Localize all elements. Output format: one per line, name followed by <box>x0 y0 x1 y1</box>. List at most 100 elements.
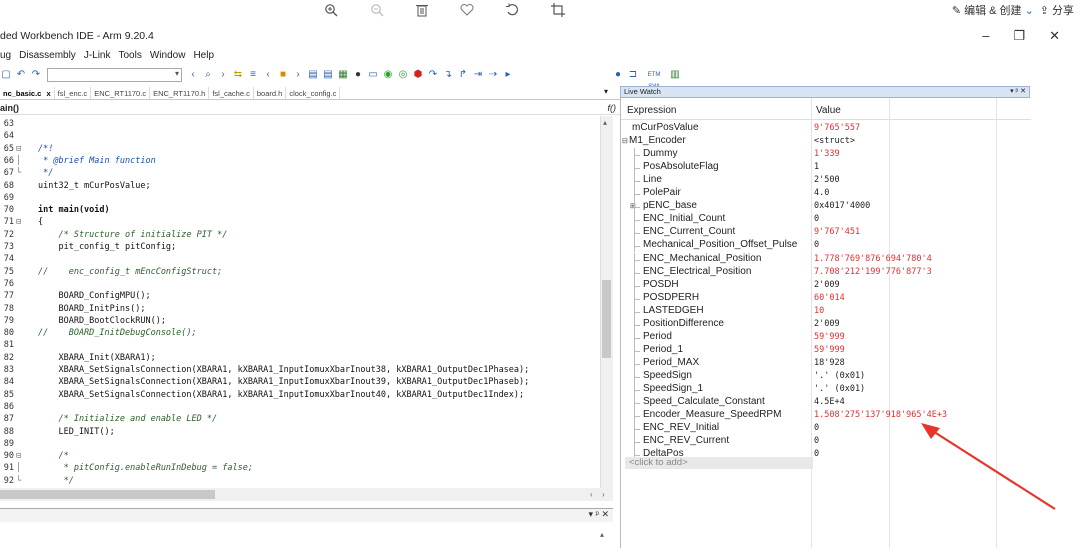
scroll-right-icon[interactable]: › <box>602 490 605 499</box>
watch-value[interactable]: 60'014 <box>814 293 845 303</box>
watch-value[interactable]: 9'767'451 <box>814 227 860 237</box>
tab-fsl-enc[interactable]: fsl_enc.c <box>55 87 92 99</box>
tab-board-h[interactable]: board.h <box>254 87 287 99</box>
fold-marker[interactable]: ⊟ <box>16 451 21 461</box>
find-combo[interactable]: ▾ <box>47 68 182 82</box>
compile-icon[interactable]: ▦ <box>337 69 349 81</box>
minimize-button[interactable]: – <box>982 28 989 44</box>
watch-value[interactable]: 1.508'275'137'918'965'4E+3 <box>814 410 947 420</box>
watch-row[interactable]: PositionDifference 2'009 <box>621 317 1031 331</box>
zoom-in-icon[interactable] <box>320 0 342 20</box>
watch-row[interactable]: SpeedSign '.' (0x01) <box>621 369 1031 383</box>
fold-marker[interactable]: ⊟ <box>16 144 21 154</box>
menu-debug[interactable]: ug <box>0 50 11 64</box>
crop-icon[interactable] <box>547 0 569 20</box>
watch-row[interactable]: Period 59'999 <box>621 330 1031 344</box>
run-to-cursor-icon[interactable]: ⇢ <box>487 69 499 81</box>
watch-value[interactable]: '.' (0x01) <box>814 384 865 394</box>
watch-row[interactable]: ⊟ M1_Encoder <struct> <box>621 135 1031 148</box>
toggle-bookmark-icon[interactable]: ⇆ <box>232 69 244 81</box>
layout-icon[interactable]: ▥ <box>669 69 681 81</box>
rotate-icon[interactable] <box>501 0 523 20</box>
zoom-out-icon[interactable] <box>366 0 388 20</box>
menu-jlink[interactable]: J-Link <box>84 50 111 64</box>
tab-clock-config[interactable]: clock_config.c <box>286 87 341 99</box>
collapse-icon[interactable]: ⊟ <box>622 137 628 145</box>
close-icon[interactable]: x <box>46 89 50 98</box>
reset-icon[interactable]: ⊐ <box>627 69 639 81</box>
live-watch-controls[interactable]: ▾ ᵖ ✕ <box>1010 87 1026 97</box>
watch-value[interactable]: 7.708'212'199'776'877'3 <box>814 267 932 277</box>
watch-value[interactable]: 2'500 <box>814 175 840 185</box>
file-icon[interactable]: ▤ <box>307 69 319 81</box>
redo-icon[interactable]: ↷ <box>30 69 42 81</box>
menu-window[interactable]: Window <box>150 50 186 64</box>
build-icon[interactable]: ▭ <box>367 69 379 81</box>
watch-value[interactable]: '.' (0x01) <box>814 371 865 381</box>
etm-icon[interactable]: ETM SWI <box>642 69 666 90</box>
debug-without-download-icon[interactable]: ◎ <box>397 69 409 81</box>
watch-row[interactable]: ENC_Current_Count 9'767'451 <box>621 226 1031 240</box>
step-into-icon[interactable]: ↴ <box>442 69 454 81</box>
watch-row[interactable]: Line 2'500 <box>621 174 1031 188</box>
tabs-dropdown-icon[interactable]: ▾ <box>604 87 608 96</box>
menu-disassembly[interactable]: Disassembly <box>19 50 76 64</box>
back-icon[interactable]: ‹ <box>187 69 199 81</box>
watch-row[interactable]: ENC_Initial_Count 0 <box>621 213 1031 227</box>
watch-row[interactable]: SpeedSign_1 '.' (0x01) <box>621 383 1031 396</box>
watch-row[interactable]: ⊞ pENC_base 0x4017'4000 <box>621 200 1031 214</box>
watch-value[interactable]: <struct> <box>814 136 855 146</box>
step-out-icon[interactable]: ↱ <box>457 69 469 81</box>
list-icon[interactable]: ≡ <box>247 69 259 81</box>
expression-column-header[interactable]: Expression <box>627 105 676 116</box>
delete-icon[interactable] <box>411 0 433 20</box>
watch-value[interactable]: 18'928 <box>814 358 845 368</box>
tab-enc-basic[interactable]: nc_basic.c x <box>0 87 55 99</box>
watch-value[interactable]: 4.5E+4 <box>814 397 845 407</box>
next-bookmark-icon[interactable]: › <box>292 69 304 81</box>
code-editor[interactable]: 63 64 65 ⊟/*! 66 │ * @brief Main function 67 └ … <box>0 116 600 488</box>
menu-tools[interactable]: Tools <box>119 50 142 64</box>
search-icon[interactable]: ⌕ <box>202 69 214 81</box>
watch-row[interactable]: ENC_REV_Current 0 <box>621 435 1031 449</box>
watch-value[interactable]: 0 <box>814 449 819 459</box>
editor-vertical-thumb[interactable] <box>602 280 611 358</box>
tab-fsl-cache[interactable]: fsl_cache.c <box>209 87 254 99</box>
function-navigator[interactable]: ain() f() <box>0 101 620 115</box>
make-icon[interactable]: ● <box>352 69 364 81</box>
scroll-up-icon[interactable]: ▴ <box>600 530 604 539</box>
watch-row[interactable]: Speed_Calculate_Constant 4.5E+4 <box>621 396 1031 410</box>
watch-row[interactable]: Period_MAX 18'928 <box>621 356 1031 370</box>
edit-create-button[interactable]: ✎ 编辑 & 创建 ⌄ <box>952 2 1034 18</box>
next-statement-icon[interactable]: ⇥ <box>472 69 484 81</box>
menu-help[interactable]: Help <box>193 50 214 64</box>
watch-value[interactable]: 10 <box>814 306 824 316</box>
maximize-button[interactable]: ❐ <box>1013 28 1025 44</box>
watch-value[interactable]: 1 <box>814 162 819 172</box>
close-button[interactable]: ✕ <box>1049 28 1060 44</box>
tab-enc-rt1170-c[interactable]: ENC_RT1170.c <box>91 87 151 99</box>
scroll-up-icon[interactable]: ▴ <box>603 118 607 127</box>
watch-row[interactable]: ENC_Mechanical_Position 1.778'769'876'694… <box>621 252 1031 266</box>
share-button[interactable]: ⇪ 分享 <box>1040 2 1074 18</box>
watch-value[interactable]: 0x4017'4000 <box>814 201 870 211</box>
step-over-icon[interactable]: ↷ <box>427 69 439 81</box>
forward-icon[interactable]: › <box>217 69 229 81</box>
editor-horizontal-thumb[interactable] <box>0 490 215 499</box>
watch-value[interactable]: 4.0 <box>814 188 829 198</box>
watch-row[interactable]: ENC_REV_Initial 0 <box>621 422 1031 436</box>
watch-value[interactable]: 2'009 <box>814 280 840 290</box>
watch-row[interactable]: PosAbsoluteFlag 1 <box>621 161 1031 175</box>
stop-icon[interactable]: ⬢ <box>412 69 424 81</box>
watch-value[interactable]: 2'009 <box>814 319 840 329</box>
go-icon[interactable]: ● <box>612 69 624 81</box>
file2-icon[interactable]: ▤ <box>322 69 334 81</box>
watch-value[interactable]: 1.778'769'876'694'780'4 <box>814 254 932 264</box>
watch-value[interactable]: 0 <box>814 423 819 433</box>
scroll-left-icon[interactable]: ‹ <box>590 490 593 499</box>
watch-row[interactable]: PolePair 4.0 <box>621 187 1031 201</box>
value-column-header[interactable]: Value <box>816 105 841 116</box>
watch-value[interactable]: 0 <box>814 436 819 446</box>
play-icon[interactable]: ▸ <box>502 69 514 81</box>
watch-value[interactable]: 0 <box>814 240 819 250</box>
